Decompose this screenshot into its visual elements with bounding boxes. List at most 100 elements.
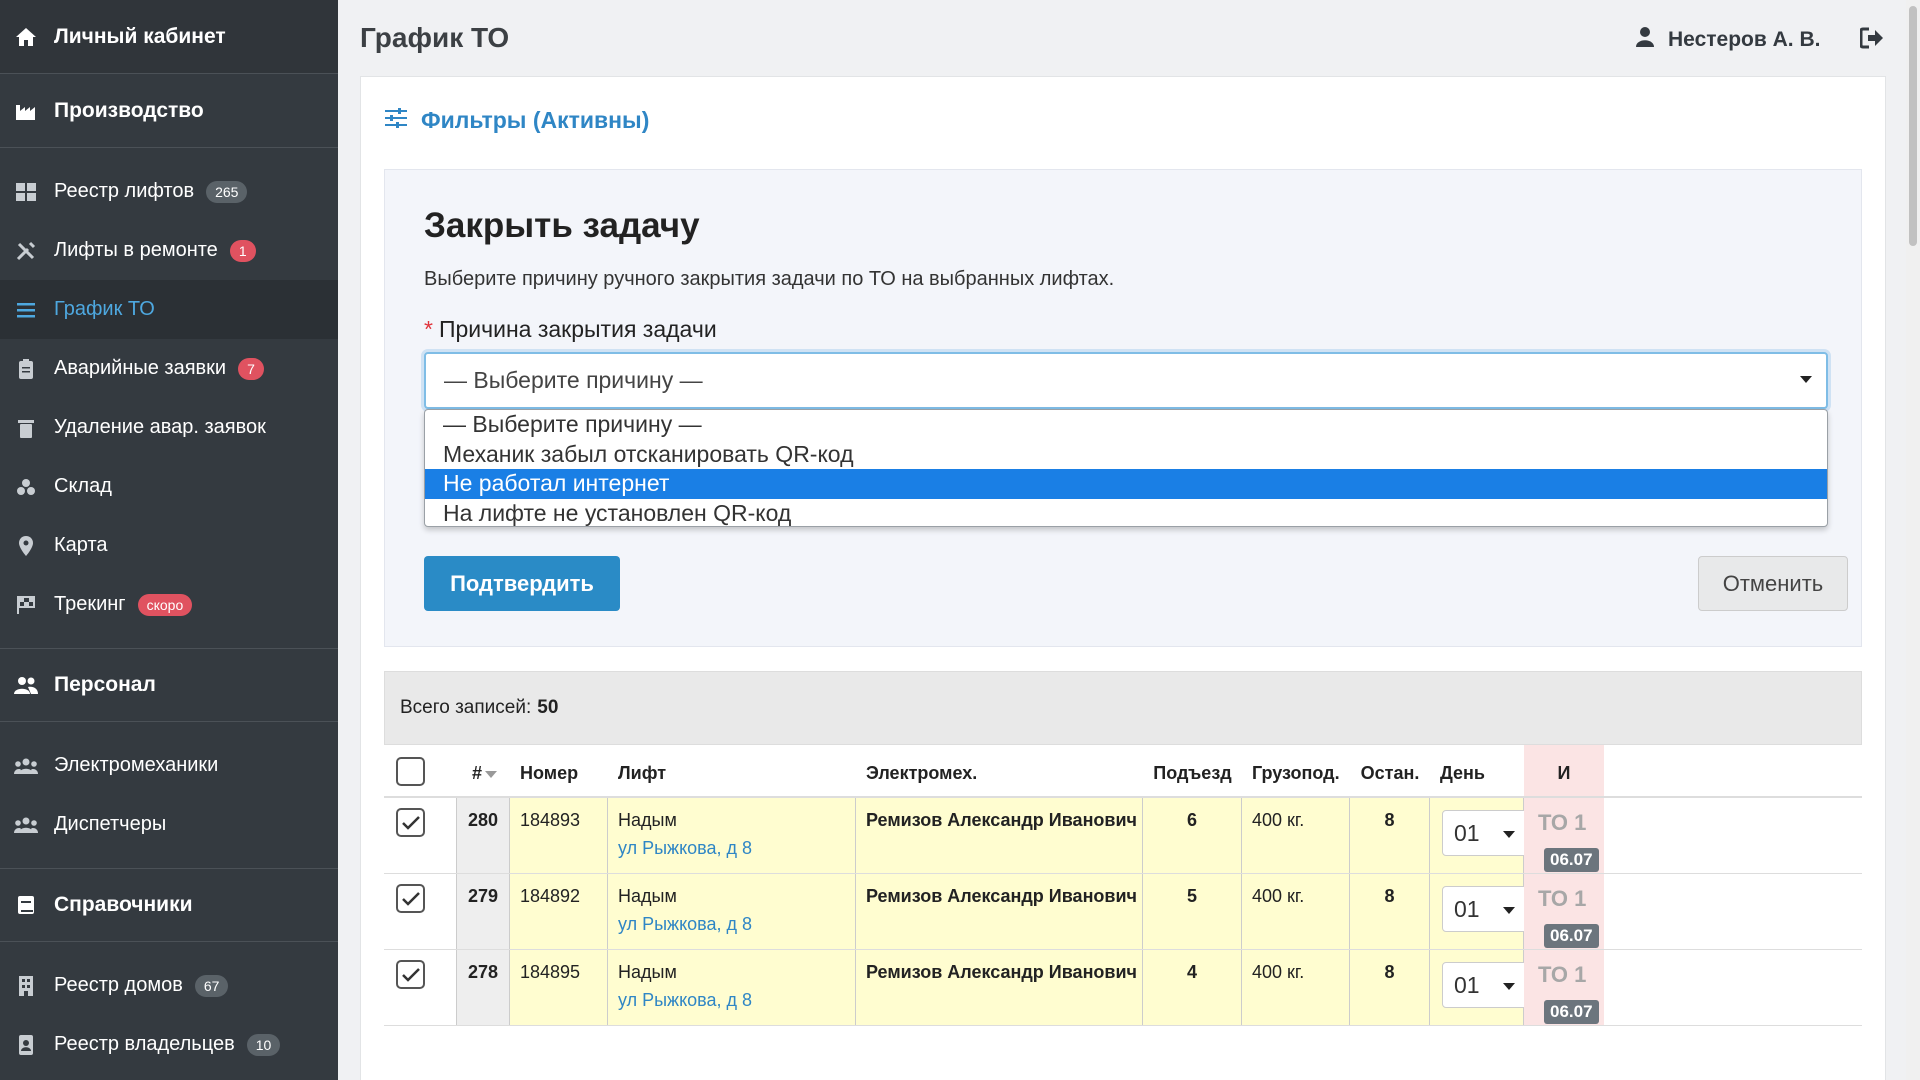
user-menu[interactable]: Нестеров А. В. [1636, 27, 1820, 53]
header-num-label: # [472, 763, 483, 783]
close-task-modal: Закрыть задачу Выберите причину ручного … [384, 169, 1862, 647]
total-label: Всего записей: [400, 697, 532, 718]
reason-option[interactable]: Механик забыл отсканировать QR-код [425, 440, 1827, 470]
header-day[interactable]: День [1430, 745, 1524, 796]
total-value: 50 [537, 697, 559, 718]
sidebar-home[interactable]: Личный кабинет [0, 0, 338, 74]
user-name: Нестеров А. В. [1668, 28, 1821, 51]
records-count: Всего записей: 50 [384, 671, 1862, 745]
check-icon [401, 815, 420, 830]
date-badge: 06.07 [1544, 1000, 1599, 1024]
row-capacity: 400 кг. [1242, 798, 1350, 873]
lift-city: Надым [618, 962, 677, 982]
sidebar-item-house-registry[interactable]: Реестр домов 67 [0, 956, 338, 1015]
sidebar-item-map[interactable]: Карта [0, 516, 338, 575]
table-row[interactable]: 279 184892 Надым ул Рыжкова, д 8 Ремизов Але… [384, 874, 1862, 950]
sidebar-section-production[interactable]: Производство [0, 74, 338, 148]
day-select[interactable]: 01 [1442, 810, 1530, 856]
day-select-value: 01 [1454, 971, 1480, 998]
to-label: ТО 1 [1538, 962, 1587, 987]
row-lift: Надым ул Рыжкова, д 8 [608, 874, 856, 949]
sidebar-item-label: Диспетчеры [54, 813, 167, 835]
sidebar-section-personnel[interactable]: Персонал [0, 648, 338, 722]
reason-option-highlighted[interactable]: Не работал интернет [425, 469, 1827, 499]
row-mechanic: Ремизов Александр Иванович [856, 950, 1143, 1025]
count-badge: 1 [229, 239, 256, 262]
row-entrance: 6 [1143, 798, 1242, 873]
boxes-icon [14, 475, 38, 499]
sidebar-item-maintenance-schedule[interactable]: График ТО [0, 280, 338, 339]
sidebar-item-label: Реестр домов [54, 974, 183, 996]
sidebar-item-electromechanics[interactable]: Электромеханики [0, 736, 338, 795]
row-day: 01 [1430, 950, 1530, 1025]
header-mechanic[interactable]: Электромех. [856, 745, 1143, 796]
row-number: 184892 [510, 874, 608, 949]
row-to-status: ТО 1 06.07 [1524, 950, 1604, 1025]
soon-badge: скоро [137, 593, 193, 616]
confirm-button[interactable]: Подтвердить [424, 556, 620, 611]
sidebar-item-delete-requests[interactable]: Удаление авар. заявок [0, 398, 338, 457]
row-stops: 8 [1350, 874, 1430, 949]
header-entrance[interactable]: Подъезд [1143, 745, 1242, 796]
row-checkbox[interactable] [396, 960, 425, 989]
logout-icon[interactable] [1859, 27, 1884, 54]
reason-option[interactable]: — Выберите причину — [425, 410, 1827, 440]
sidebar-item-dispatchers[interactable]: Диспетчеры [0, 795, 338, 854]
map-pin-icon [14, 534, 38, 558]
sidebar: Личный кабинет Производство Реестр лифто… [0, 0, 338, 1080]
header-num[interactable]: # [457, 745, 510, 796]
row-checkbox[interactable] [396, 808, 425, 837]
sidebar-item-label: Аварийные заявки [54, 357, 227, 379]
sidebar-section-label: Персонал [54, 673, 156, 696]
header-number[interactable]: Номер [510, 745, 608, 796]
to-label: ТО 1 [1538, 810, 1587, 835]
row-capacity: 400 кг. [1242, 950, 1350, 1025]
sidebar-item-emergency-requests[interactable]: Аварийные заявки 7 [0, 339, 338, 398]
table-row[interactable]: 278 184895 Надым ул Рыжкова, д 8 Ремизов Але… [384, 950, 1862, 1026]
sidebar-item-label: Удаление авар. заявок [54, 416, 266, 438]
cancel-button[interactable]: Отменить [1698, 556, 1848, 611]
lift-city: Надым [618, 810, 677, 830]
sidebar-item-label: Реестр владельцев [54, 1033, 235, 1055]
list-icon [14, 298, 38, 322]
reason-option[interactable]: На лифте не установлен QR-код [425, 499, 1827, 527]
sidebar-home-label: Личный кабинет [54, 24, 226, 48]
row-number: 184893 [510, 798, 608, 873]
lift-address-link[interactable]: ул Рыжкова, д 8 [618, 914, 855, 935]
row-mechanic: Ремизов Александр Иванович [856, 874, 1143, 949]
row-checkbox[interactable] [396, 884, 425, 913]
sidebar-item-tracking[interactable]: Трекинг скоро [0, 575, 338, 634]
header-lift[interactable]: Лифт [608, 745, 856, 796]
chevron-down-icon [1503, 831, 1515, 838]
header-capacity[interactable]: Грузопод. [1242, 745, 1350, 796]
sidebar-item-label: График ТО [54, 298, 155, 320]
row-entrance: 5 [1143, 874, 1242, 949]
row-lift: Надым ул Рыжкова, д 8 [608, 950, 856, 1025]
sidebar-item-lift-registry[interactable]: Реестр лифтов 265 [0, 162, 338, 221]
day-select[interactable]: 01 [1442, 962, 1530, 1008]
sort-desc-icon [485, 770, 498, 778]
select-all-checkbox[interactable] [396, 757, 425, 786]
sidebar-item-owner-registry[interactable]: Реестр владельцев 10 [0, 1015, 338, 1074]
header-stops[interactable]: Остан. [1350, 745, 1430, 796]
lift-city: Надым [618, 886, 677, 906]
sidebar-item-lifts-repair[interactable]: Лифты в ремонте 1 [0, 221, 338, 280]
to-label: ТО 1 [1538, 886, 1587, 911]
reason-select[interactable]: — Выберите причину — [424, 352, 1828, 409]
main-card: Фильтры (Активны) Закрыть задачу Выберит… [360, 76, 1886, 1080]
table-row[interactable]: 280 184893 Надым ул Рыжкова, д 8 Ремизов Але… [384, 798, 1862, 874]
check-icon [401, 967, 420, 982]
contact-book-icon [14, 1033, 38, 1057]
sidebar-section-reference[interactable]: Справочники [0, 868, 338, 942]
sidebar-item-warehouse[interactable]: Склад [0, 457, 338, 516]
header-last[interactable]: И [1524, 745, 1604, 796]
row-day: 01 [1430, 798, 1530, 873]
day-select[interactable]: 01 [1442, 886, 1530, 932]
row-select-cell [384, 950, 457, 1025]
scrollbar-thumb[interactable] [1909, 6, 1917, 246]
filters-toggle[interactable]: Фильтры (Активны) [385, 107, 649, 134]
row-to-status: ТО 1 06.07 [1524, 874, 1604, 949]
lift-address-link[interactable]: ул Рыжкова, д 8 [618, 990, 855, 1011]
lift-address-link[interactable]: ул Рыжкова, д 8 [618, 838, 855, 859]
page-scrollbar[interactable] [1906, 0, 1920, 1080]
